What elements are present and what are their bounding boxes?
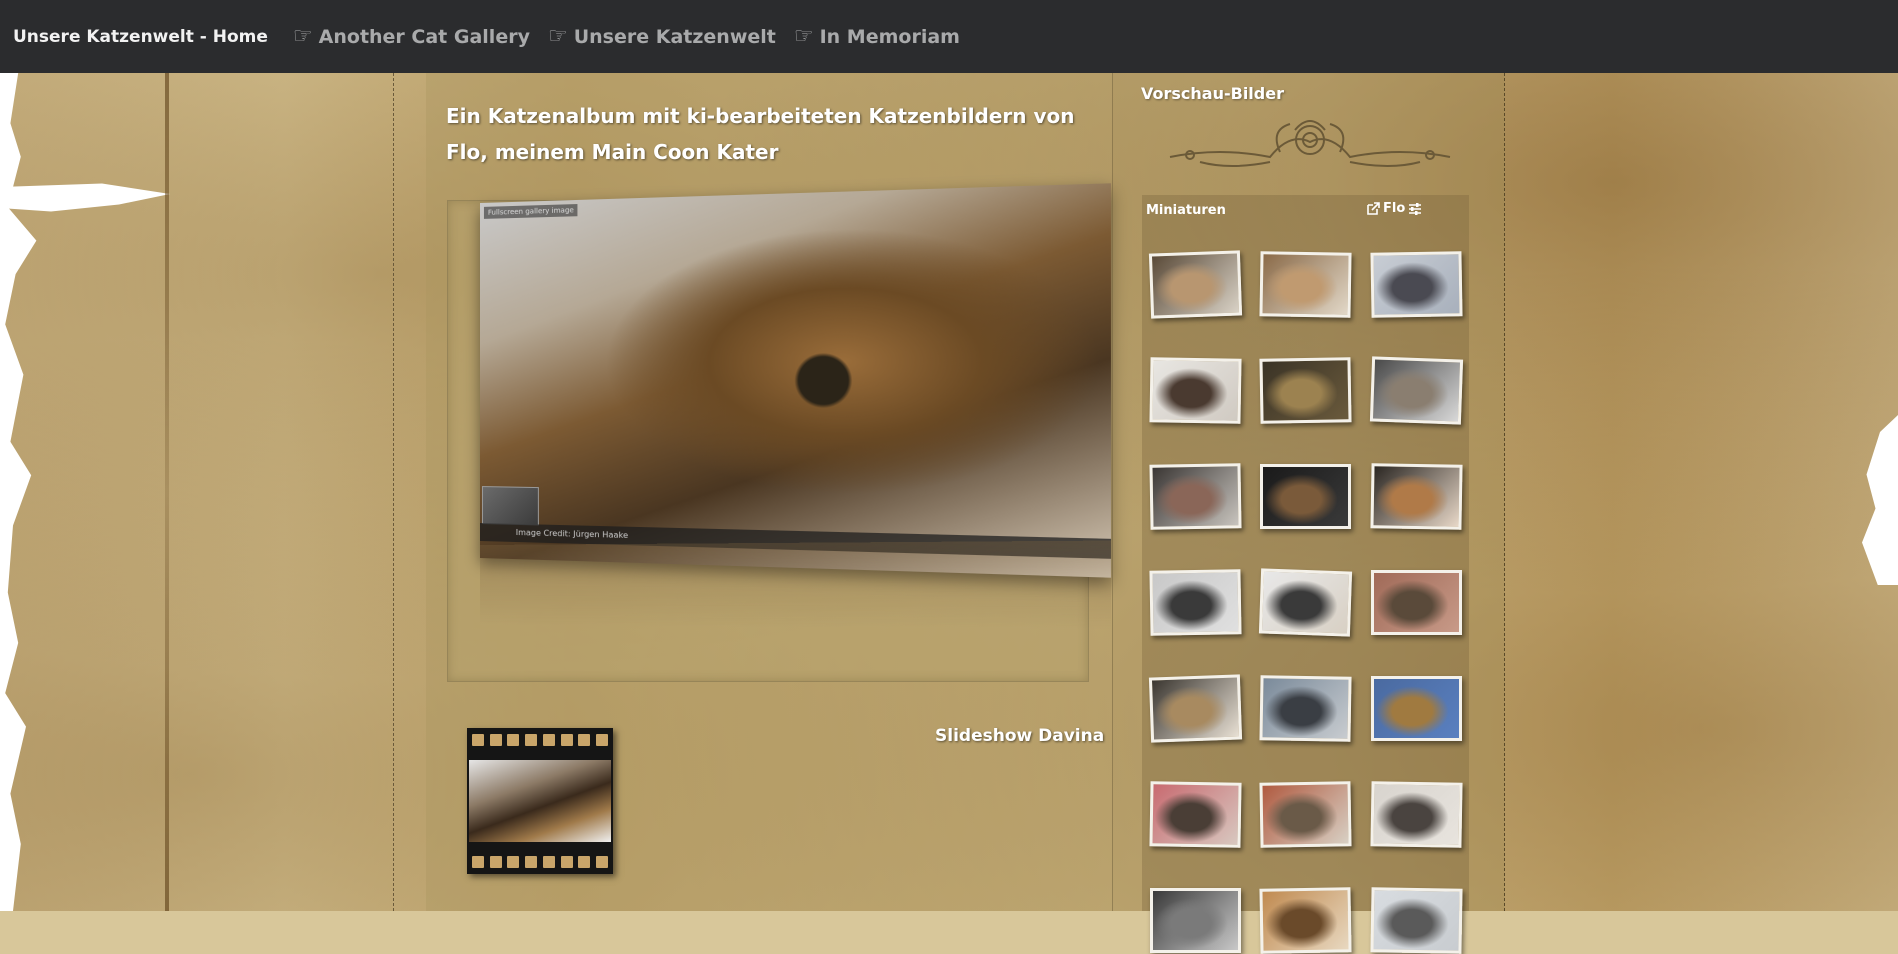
thumbnail-image[interactable] [1370, 251, 1463, 318]
thumbnail-image[interactable] [1259, 887, 1352, 954]
thumbnail-image[interactable] [1259, 781, 1352, 848]
photo-reflection [480, 540, 1111, 630]
thumbnail-image[interactable] [1370, 887, 1463, 954]
thumbnail-image[interactable] [1149, 781, 1242, 848]
external-link-icon [1367, 201, 1380, 215]
ornament-divider-icon [1169, 120, 1451, 167]
nav-link-another-cat-gallery[interactable]: ☞ Another Cat Gallery [293, 24, 530, 49]
slideshow-link[interactable]: Slideshow Davina [935, 726, 1104, 746]
pointing-hand-icon: ☞ [793, 24, 814, 49]
thumbnail-image[interactable] [1259, 251, 1352, 318]
thumbnail-image[interactable] [1371, 676, 1462, 741]
pointing-hand-icon: ☞ [547, 24, 568, 49]
slideshow-filmstrip[interactable] [467, 728, 613, 874]
featured-photo[interactable]: Fullscreen gallery image Image Credit: J… [480, 183, 1111, 578]
thumbnail-image[interactable] [1150, 888, 1241, 953]
thumbnail-image[interactable] [1259, 675, 1352, 742]
photo-preview-thumb[interactable] [481, 486, 539, 526]
nav-link-in-memoriam[interactable]: ☞ In Memoriam [794, 24, 960, 49]
thumbnail-image[interactable] [1149, 357, 1242, 424]
external-album-link[interactable]: Flo [1366, 201, 1422, 216]
slideshow-cover-image [469, 760, 611, 842]
nav-link-unsere-katzenwelt[interactable]: ☞ Unsere Katzenwelt [548, 24, 776, 49]
thumbnail-image[interactable] [1370, 463, 1463, 530]
thumbnail-image[interactable] [1148, 250, 1243, 319]
thumbnail-image[interactable] [1258, 568, 1353, 637]
nav-link-label: Unsere Katzenwelt [573, 25, 776, 48]
thumbnail-image[interactable] [1148, 674, 1243, 743]
cat-photo[interactable]: Fullscreen gallery image Image Credit: J… [480, 183, 1111, 578]
thumbnail-image[interactable] [1260, 464, 1351, 529]
thumbnail-image[interactable] [1370, 781, 1463, 848]
nav-brand-home[interactable]: Unsere Katzenwelt - Home [13, 27, 268, 47]
top-navbar: Unsere Katzenwelt - Home ☞ Another Cat G… [0, 0, 1898, 73]
panel-title: Miniaturen [1146, 203, 1226, 218]
film-perforation [472, 856, 608, 868]
film-perforation [472, 734, 608, 746]
sidebar-title: Vorschau-Bilder [1141, 84, 1284, 103]
paper-crease [165, 73, 169, 911]
thumbnail-image[interactable] [1259, 357, 1352, 424]
thumbnail-image[interactable] [1149, 463, 1242, 530]
thumbnail-image[interactable] [1149, 569, 1242, 636]
nav-link-label: Another Cat Gallery [318, 25, 530, 48]
nav-link-label: In Memoriam [819, 25, 960, 48]
thumbnail-image[interactable] [1371, 570, 1462, 635]
sliders-icon[interactable] [1408, 202, 1422, 216]
pointing-hand-icon: ☞ [292, 24, 313, 49]
page-title: Ein Katzenalbum mit ki-bearbeiteten Katz… [446, 104, 1075, 164]
album-owner-label: Flo [1383, 201, 1406, 216]
thumbnail-image[interactable] [1369, 356, 1464, 425]
fullscreen-badge[interactable]: Fullscreen gallery image [483, 204, 578, 219]
